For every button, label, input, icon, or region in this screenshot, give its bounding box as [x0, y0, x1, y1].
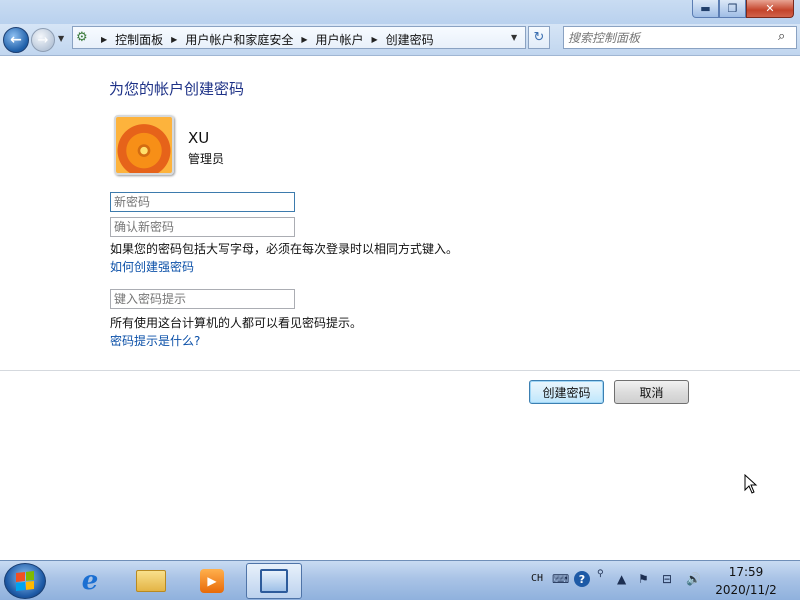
confirm-password-field[interactable] [110, 217, 295, 237]
maximize-button[interactable]: ❐ [719, 0, 746, 18]
forward-button[interactable]: → [31, 28, 55, 52]
refresh-button[interactable]: ↻ [528, 26, 550, 49]
breadcrumb-item[interactable]: 用户帐户 [316, 31, 364, 48]
clock-time[interactable]: 17:59 [700, 565, 792, 579]
divider [0, 370, 800, 371]
search-box[interactable]: ⌕ [563, 26, 797, 49]
caps-note: 如果您的密码包括大写字母，必须在每次登录时以相同方式键入。 [110, 242, 459, 256]
keyboard-icon[interactable]: ⌨ [552, 572, 569, 586]
hint-note: 所有使用这台计算机的人都可以看见密码提示。 [110, 316, 363, 330]
new-password-field[interactable] [110, 192, 295, 212]
start-button[interactable] [4, 563, 46, 599]
action-center-flag-icon[interactable]: ⚑ [638, 572, 649, 586]
taskbar: e ▶ CH ⌨ ? ⚲ ▲ ⚑ ⊟ 🔊 17:59 2020/11/2 [0, 560, 800, 600]
control-panel-icon: ⚙ [76, 30, 88, 45]
user-role: 管理员 [188, 152, 225, 166]
search-input[interactable] [568, 30, 768, 45]
language-indicator[interactable]: CH [531, 573, 543, 584]
user-name: XU [188, 129, 210, 147]
title-bar: ▬ ❐ ✕ [0, 0, 800, 24]
taskbar-control-panel[interactable] [246, 563, 302, 599]
breadcrumb-separator-icon[interactable]: ▶ [372, 35, 378, 44]
breadcrumb-separator-icon[interactable]: ▶ [171, 35, 177, 44]
control-panel-icon [260, 569, 288, 593]
search-icon[interactable]: ⌕ [778, 29, 785, 44]
back-button[interactable]: ← [3, 27, 29, 53]
minimize-button[interactable]: ▬ [692, 0, 719, 18]
ime-options-icon[interactable]: ⚲ [597, 569, 604, 579]
breadcrumb: ▶ 控制面板 ▶ 用户帐户和家庭安全 ▶ 用户帐户 ▶ 创建密码 [97, 31, 434, 48]
strong-password-link[interactable]: 如何创建强密码 [110, 258, 194, 275]
main-content: 为您的帐户创建密码 XU 管理员 如果您的密码包括大写字母，必须在每次登录时以相… [0, 57, 800, 560]
clock-date[interactable]: 2020/11/2 [700, 583, 792, 597]
create-password-button[interactable]: 创建密码 [529, 380, 604, 404]
page-title: 为您的帐户创建密码 [109, 80, 245, 98]
help-icon[interactable]: ? [574, 571, 590, 587]
address-dropdown-icon[interactable]: ▼ [511, 33, 517, 42]
maximize-icon: ❐ [727, 2, 738, 15]
show-hidden-icons-icon[interactable]: ▲ [617, 572, 626, 586]
navigation-bar: ← → ▼ ⚙ ▶ 控制面板 ▶ 用户帐户和家庭安全 ▶ 用户帐户 ▶ 创建密码… [0, 24, 800, 56]
forward-arrow-icon: → [37, 32, 49, 48]
taskbar-internet-explorer[interactable]: e [62, 563, 118, 599]
breadcrumb-item[interactable]: 创建密码 [386, 31, 434, 48]
close-button[interactable]: ✕ [746, 0, 794, 18]
internet-explorer-icon: e [81, 566, 99, 596]
windows-logo-icon [16, 571, 34, 591]
taskbar-file-explorer[interactable] [123, 563, 179, 599]
user-avatar [114, 115, 174, 175]
taskbar-media-player[interactable]: ▶ [184, 563, 240, 599]
network-icon[interactable]: ⊟ [662, 572, 672, 586]
cancel-button[interactable]: 取消 [614, 380, 689, 404]
breadcrumb-item[interactable]: 用户帐户和家庭安全 [185, 31, 293, 48]
volume-icon[interactable]: 🔊 [686, 572, 701, 586]
address-bar[interactable]: ⚙ ▶ 控制面板 ▶ 用户帐户和家庭安全 ▶ 用户帐户 ▶ 创建密码 ▼ [72, 26, 526, 49]
close-icon: ✕ [765, 2, 775, 15]
breadcrumb-separator-icon[interactable]: ▶ [101, 35, 107, 44]
folder-icon [136, 570, 166, 592]
breadcrumb-separator-icon[interactable]: ▶ [301, 35, 307, 44]
refresh-icon: ↻ [533, 30, 545, 45]
media-player-icon: ▶ [200, 569, 224, 593]
what-is-hint-link[interactable]: 密码提示是什么? [110, 332, 200, 349]
back-arrow-icon: ← [10, 32, 22, 48]
breadcrumb-item[interactable]: 控制面板 [115, 31, 163, 48]
password-hint-field[interactable] [110, 289, 295, 309]
minimize-icon: ▬ [700, 2, 711, 15]
recent-pages-dropdown-icon[interactable]: ▼ [58, 34, 64, 43]
